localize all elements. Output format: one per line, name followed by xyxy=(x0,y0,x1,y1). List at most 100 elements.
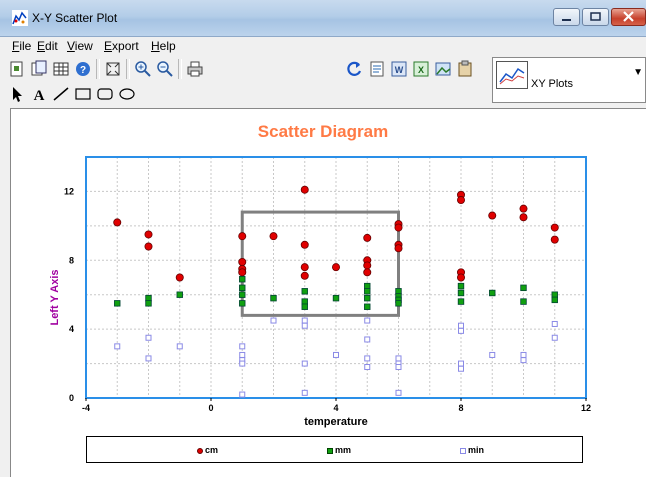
point-min xyxy=(176,343,183,350)
point-mm xyxy=(332,294,340,302)
point-cm xyxy=(113,218,122,227)
legend-cm-label: cm xyxy=(205,445,219,455)
y-tick-label: 0 xyxy=(69,393,74,403)
point-min xyxy=(364,336,371,343)
x-tick-label: -4 xyxy=(82,403,90,413)
y-axis-title: Left Y Axis xyxy=(49,269,61,325)
point-min xyxy=(333,351,339,358)
point-min xyxy=(239,351,246,358)
point-min xyxy=(239,391,246,398)
point-min xyxy=(458,365,464,372)
point-min xyxy=(301,322,308,329)
point-mm xyxy=(239,291,246,298)
point-min xyxy=(301,360,308,367)
point-mm xyxy=(551,291,558,298)
point-min xyxy=(301,317,308,324)
point-min xyxy=(145,334,152,341)
y-tick-label: 12 xyxy=(64,186,74,196)
legend-min-marker xyxy=(460,448,466,454)
point-cm xyxy=(300,271,309,280)
point-cm xyxy=(394,244,403,253)
point-min xyxy=(395,389,402,396)
point-min xyxy=(551,320,558,327)
point-mm xyxy=(270,294,277,302)
point-cm xyxy=(550,223,559,232)
legend-mm-marker xyxy=(327,448,333,454)
point-cm xyxy=(550,235,559,244)
point-min xyxy=(145,355,152,362)
point-min xyxy=(458,322,464,329)
point-mm xyxy=(489,289,496,297)
legend-min-label: min xyxy=(468,445,485,455)
point-cm xyxy=(269,232,278,241)
x-tick-label: 12 xyxy=(581,403,591,413)
point-min xyxy=(301,389,308,396)
point-mm xyxy=(145,294,152,302)
point-cm xyxy=(488,211,497,220)
point-mm xyxy=(457,298,465,305)
y-tick-label: 4 xyxy=(69,324,74,334)
y-tick-label: 8 xyxy=(69,255,74,265)
x-tick-label: 8 xyxy=(458,403,463,413)
x-tick-label: 4 xyxy=(333,403,338,413)
scatter-chart: -4 0 4 8 12 0 4 8 12 temperature Left Y Axis xyxy=(49,156,591,428)
point-mm xyxy=(520,284,527,292)
point-cm xyxy=(363,233,372,242)
point-min xyxy=(520,357,527,364)
point-cm xyxy=(238,232,247,241)
point-mm xyxy=(364,288,371,295)
point-min xyxy=(520,351,527,358)
point-mm xyxy=(239,276,246,283)
point-min xyxy=(114,343,121,350)
point-min xyxy=(364,317,371,324)
point-mm xyxy=(145,300,152,307)
point-cm xyxy=(144,230,153,239)
point-cm xyxy=(300,263,309,272)
x-tick-label: 0 xyxy=(208,403,213,413)
point-min xyxy=(239,343,246,350)
point-cm xyxy=(300,185,309,194)
point-min xyxy=(551,334,558,341)
legend-cm-marker xyxy=(197,448,203,454)
point-mm xyxy=(114,300,121,307)
point-mm xyxy=(395,288,402,295)
point-mm xyxy=(301,298,308,305)
point-cm xyxy=(456,273,465,282)
point-min xyxy=(364,355,371,362)
point-min xyxy=(395,355,402,362)
point-cm xyxy=(456,196,465,205)
point-cm xyxy=(300,240,309,249)
point-cm xyxy=(238,268,247,277)
point-cm xyxy=(363,261,372,270)
point-mm xyxy=(364,294,371,302)
point-mm xyxy=(176,291,183,298)
point-mm xyxy=(395,300,402,307)
point-mm xyxy=(301,303,308,310)
point-mm xyxy=(364,303,371,310)
point-mm xyxy=(457,289,465,297)
chart-legend: cm mm min xyxy=(86,436,583,463)
point-min xyxy=(458,327,464,334)
point-min xyxy=(395,364,402,371)
point-mm xyxy=(301,288,308,295)
point-mm xyxy=(457,282,465,290)
point-cm xyxy=(519,213,528,222)
point-cm xyxy=(519,204,528,213)
point-cm xyxy=(175,273,184,282)
point-mm xyxy=(364,282,371,290)
point-mm xyxy=(551,296,558,304)
point-min xyxy=(458,360,464,367)
point-cm xyxy=(238,258,247,267)
point-cm xyxy=(394,223,403,232)
legend-mm-label: mm xyxy=(335,445,352,455)
point-min xyxy=(239,360,246,367)
point-cm xyxy=(363,268,372,277)
point-mm xyxy=(520,298,527,305)
x-axis-title: temperature xyxy=(304,416,368,428)
point-mm xyxy=(239,300,246,307)
point-min xyxy=(270,317,277,324)
point-cm xyxy=(144,242,153,251)
point-cm xyxy=(331,263,340,272)
point-mm xyxy=(239,284,246,292)
point-min xyxy=(364,364,371,371)
